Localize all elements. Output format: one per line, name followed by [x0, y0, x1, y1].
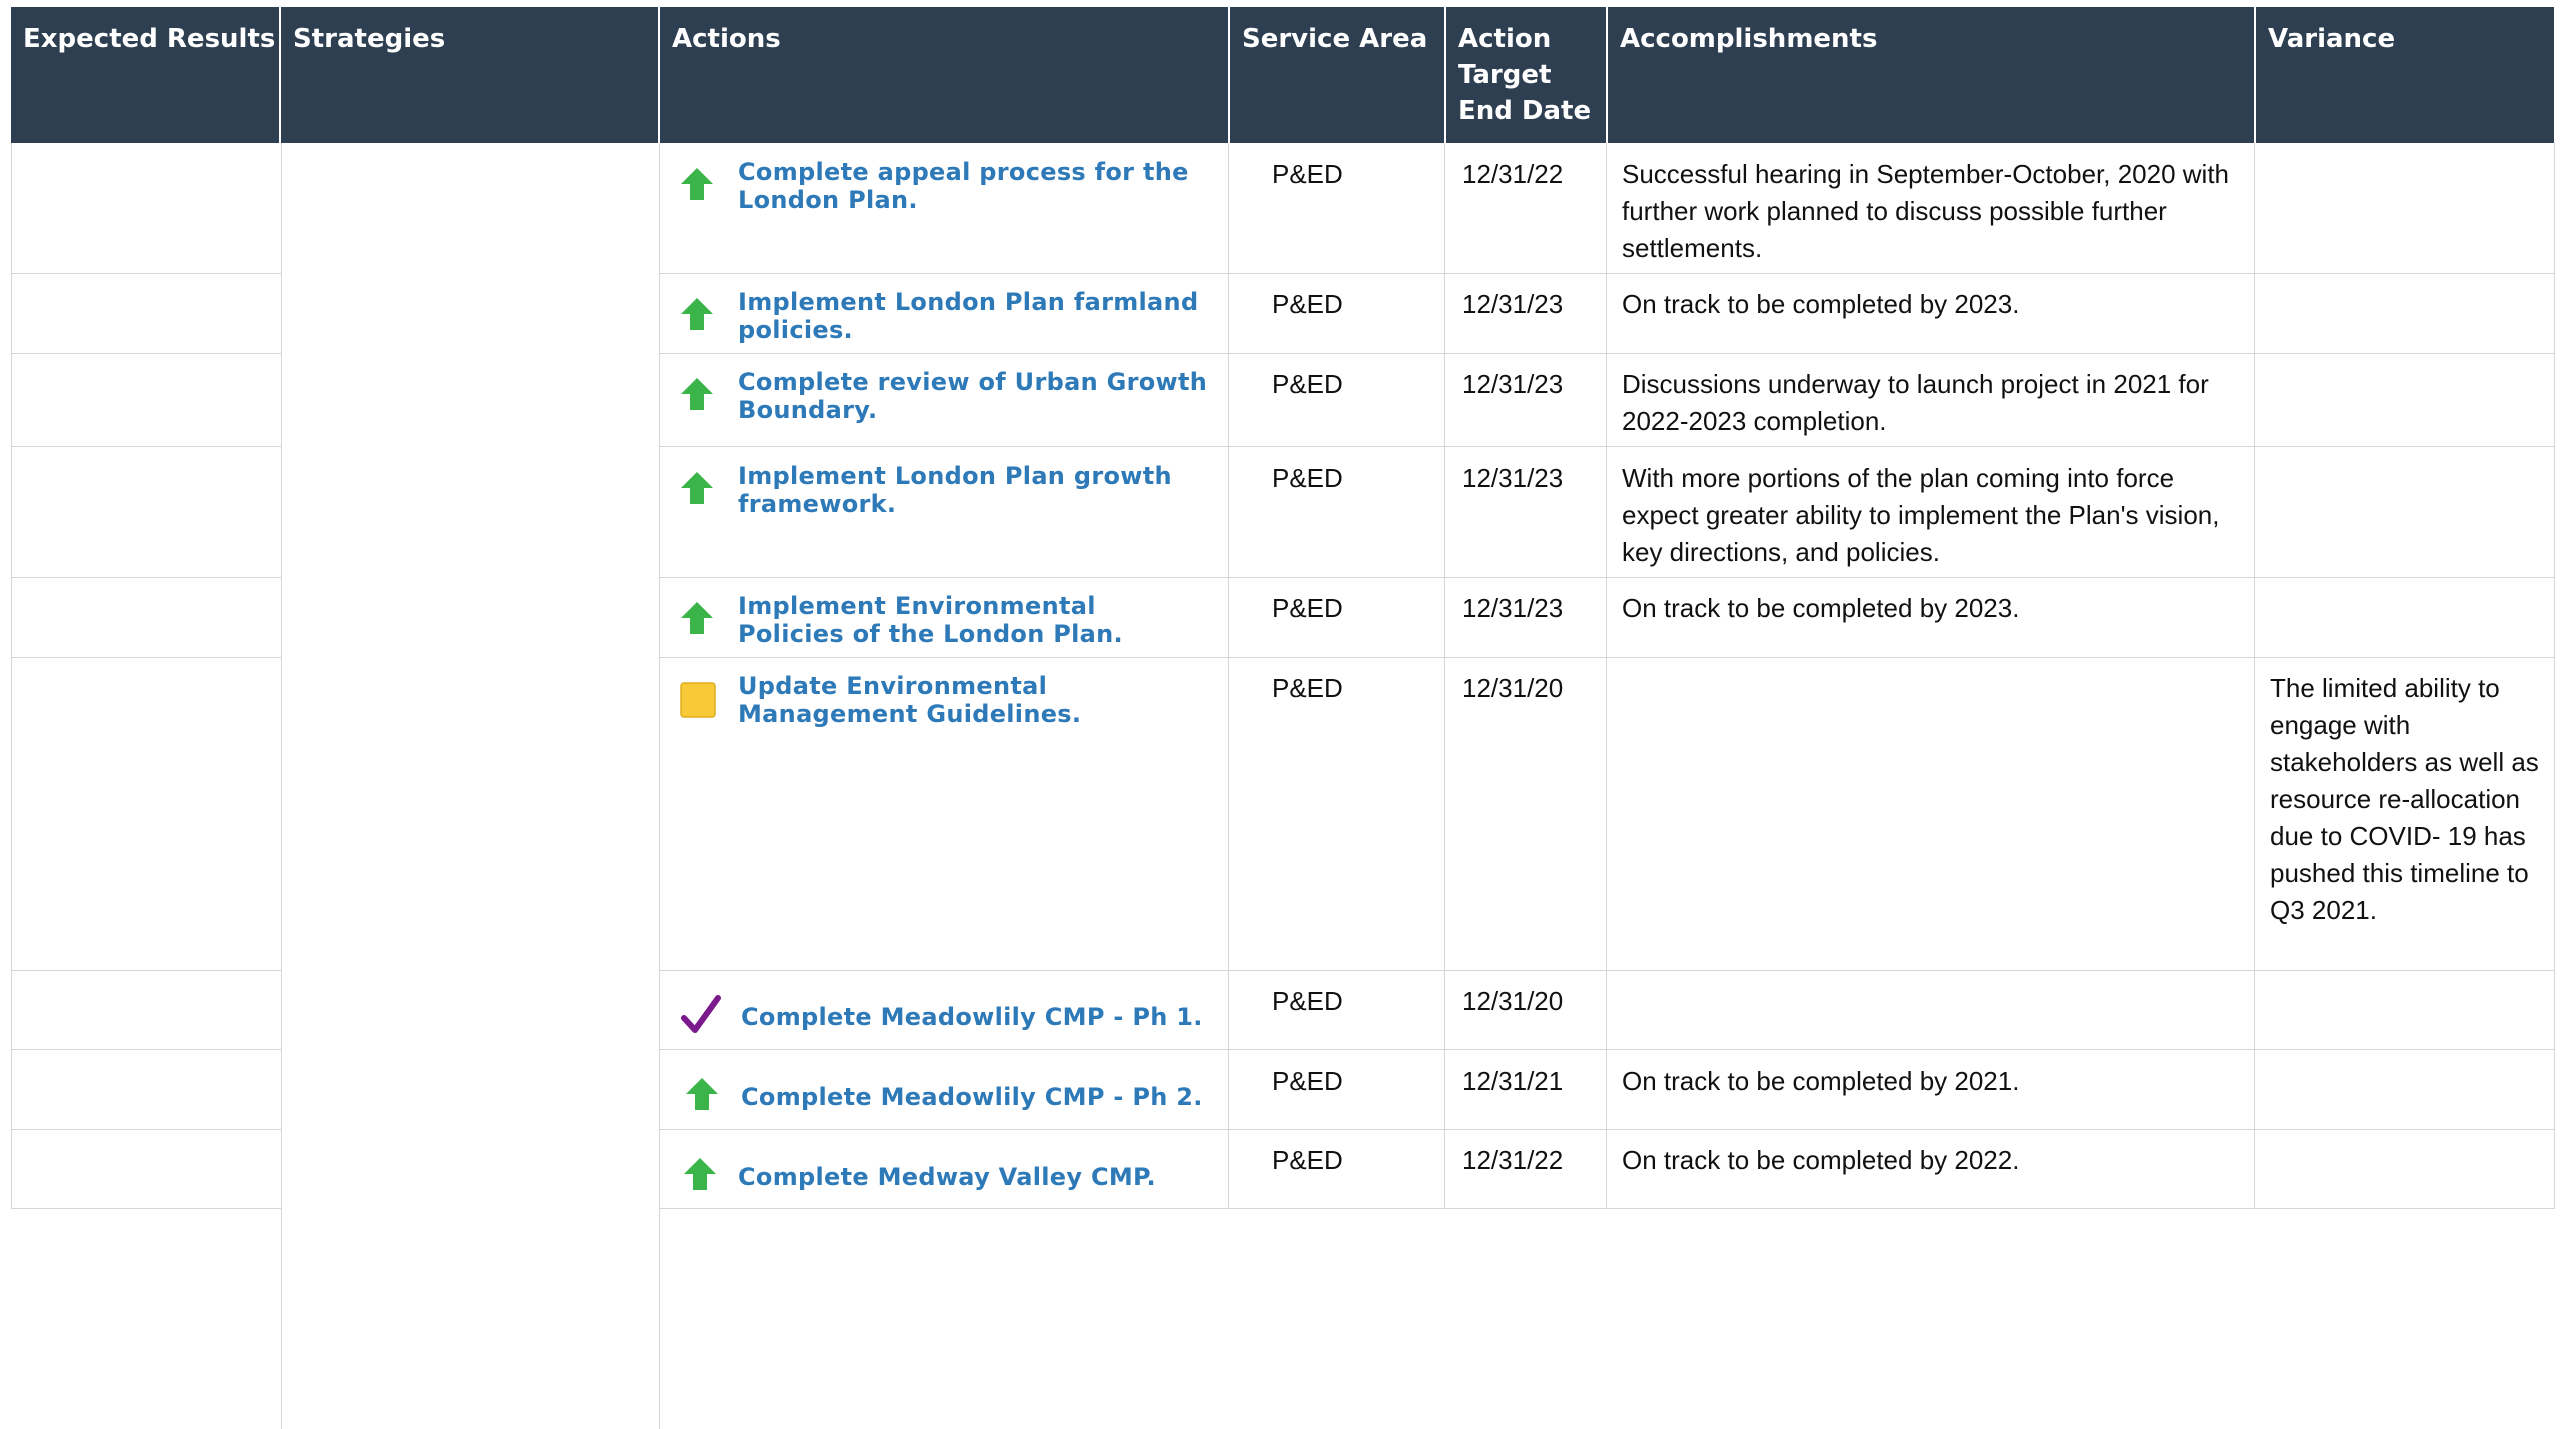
column-divider	[281, 143, 282, 1429]
row-divider	[11, 1129, 281, 1130]
purple-checkmark-icon	[681, 995, 721, 1033]
accomplishments-value: Successful hearing in September-October,…	[1622, 159, 2230, 263]
green-up-arrow-icon	[681, 168, 713, 200]
header-expected-results: Expected Results	[11, 7, 279, 143]
action-link[interactable]: Implement Environmental Policies of the …	[738, 592, 1208, 648]
target-date-value: 12/31/20	[1462, 673, 1564, 703]
column-divider	[2254, 143, 2255, 1209]
row-divider	[660, 1208, 2554, 1209]
header-actions: Actions	[660, 7, 1228, 143]
accomplishments-value: On track to be completed by 2023.	[1622, 593, 2020, 623]
target-date-value: 12/31/22	[1462, 1145, 1564, 1175]
row-divider	[660, 577, 2554, 578]
row-divider	[11, 970, 281, 971]
row-divider	[660, 273, 2554, 274]
header-strategies: Strategies	[281, 7, 658, 143]
column-divider	[659, 143, 660, 1429]
green-up-arrow-icon	[681, 602, 713, 634]
service-area-value: P&ED	[1272, 673, 1343, 703]
service-area-value: P&ED	[1272, 593, 1343, 623]
target-date-value: 12/31/23	[1462, 463, 1564, 493]
action-link[interactable]: Implement London Plan farmland policies.	[738, 288, 1208, 344]
row-divider	[11, 446, 281, 447]
column-divider	[1606, 143, 1607, 1209]
service-area-value: P&ED	[1272, 369, 1343, 399]
performance-table: Expected Results Strategies Actions Serv…	[0, 0, 2561, 1429]
row-divider	[660, 1129, 2554, 1130]
action-link[interactable]: Update Environmental Management Guidelin…	[738, 672, 1208, 728]
row-divider	[11, 657, 281, 658]
green-up-arrow-icon	[686, 1078, 718, 1110]
action-link[interactable]: Complete appeal process for the London P…	[738, 158, 1208, 214]
action-link[interactable]: Complete Meadowlily CMP - Ph 1.	[741, 1003, 1211, 1031]
service-area-value: P&ED	[1272, 159, 1343, 189]
action-link[interactable]: Complete review of Urban Growth Boundary…	[738, 368, 1208, 424]
variance-value: The limited ability to engage with stake…	[2270, 673, 2539, 925]
row-divider	[660, 446, 2554, 447]
column-divider	[1228, 143, 1229, 1209]
target-date-value: 12/31/23	[1462, 289, 1564, 319]
green-up-arrow-icon	[681, 472, 713, 504]
green-up-arrow-icon	[681, 298, 713, 330]
column-divider	[2554, 143, 2555, 1209]
column-divider	[1444, 143, 1445, 1209]
service-area-value: P&ED	[1272, 1145, 1343, 1175]
row-divider	[11, 577, 281, 578]
target-date-value: 12/31/23	[1462, 593, 1564, 623]
row-divider	[11, 1208, 281, 1209]
service-area-value: P&ED	[1272, 289, 1343, 319]
header-accomplishments: Accomplishments	[1608, 7, 2254, 143]
green-up-arrow-icon	[684, 1158, 716, 1190]
row-divider	[660, 657, 2554, 658]
action-link[interactable]: Complete Medway Valley CMP.	[738, 1163, 1208, 1191]
accomplishments-value: On track to be completed by 2021.	[1622, 1066, 2020, 1096]
header-target-date: Action Target End Date	[1446, 7, 1606, 143]
header-variance: Variance	[2256, 7, 2554, 143]
service-area-value: P&ED	[1272, 463, 1343, 493]
yellow-square-icon	[680, 682, 716, 718]
row-divider	[660, 1049, 2554, 1050]
green-up-arrow-icon	[681, 378, 713, 410]
target-date-value: 12/31/23	[1462, 369, 1564, 399]
target-date-value: 12/31/21	[1462, 1066, 1564, 1096]
row-divider	[660, 970, 2554, 971]
service-area-value: P&ED	[1272, 986, 1343, 1016]
row-divider	[11, 273, 281, 274]
target-date-value: 12/31/22	[1462, 159, 1564, 189]
accomplishments-value: On track to be completed by 2022.	[1622, 1145, 2020, 1175]
row-divider	[660, 353, 2554, 354]
action-link[interactable]: Complete Meadowlily CMP - Ph 2.	[741, 1083, 1211, 1111]
target-date-value: 12/31/20	[1462, 986, 1564, 1016]
accomplishments-value: Discussions underway to launch project i…	[1622, 369, 2209, 436]
row-divider	[11, 1049, 281, 1050]
action-link[interactable]: Implement London Plan growth framework.	[738, 462, 1208, 518]
accomplishments-value: With more portions of the plan coming in…	[1622, 463, 2220, 567]
column-divider	[11, 143, 12, 1209]
accomplishments-value: On track to be completed by 2023.	[1622, 289, 2020, 319]
header-service-area: Service Area	[1230, 7, 1444, 143]
service-area-value: P&ED	[1272, 1066, 1343, 1096]
row-divider	[11, 353, 281, 354]
